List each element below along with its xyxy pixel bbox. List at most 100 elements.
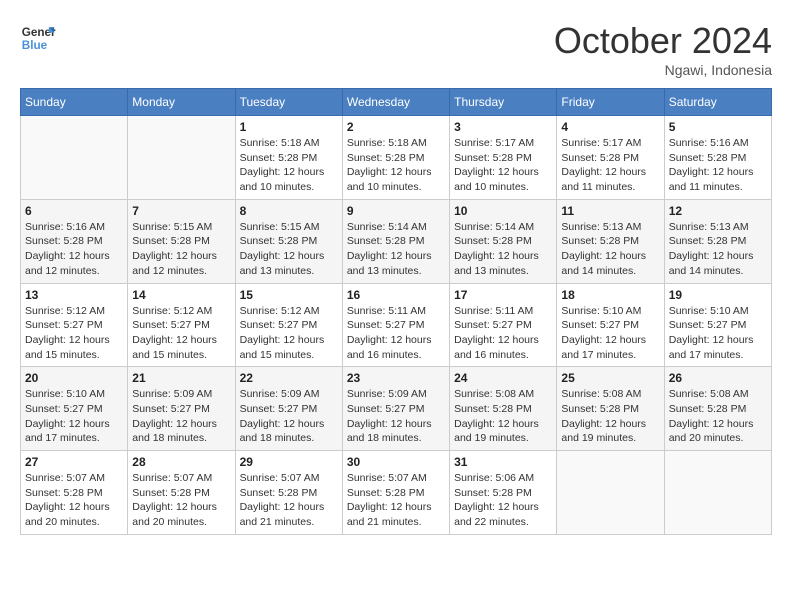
calendar-cell [557,451,664,535]
calendar-cell: 7Sunrise: 5:15 AM Sunset: 5:28 PM Daylig… [128,199,235,283]
weekday-header: Thursday [450,89,557,116]
calendar-cell: 5Sunrise: 5:16 AM Sunset: 5:28 PM Daylig… [664,116,771,200]
day-number: 26 [669,371,767,385]
calendar-cell: 16 Sunrise: 5:11 AM Sunset: 5:27 PM Dayli… [342,283,449,367]
calendar-cell: 25 Sunrise: 5:08 AM Sunset: 5:28 PM Dayli… [557,367,664,451]
day-info: Sunrise: 5:12 AM Sunset: 5:27 PM Dayligh… [132,304,230,363]
day-number: 8 [240,204,338,218]
day-info: Sunrise: 5:14 AM Sunset: 5:28 PM Dayligh… [347,220,445,279]
day-info: Sunrise: 5:08 AM Sunset: 5:28 PM Dayligh… [454,387,552,446]
day-number: 4 [561,120,659,134]
calendar-cell: 1 Sunrise: 5:18 AM Sunset: 5:28 PM Daylig… [235,116,342,200]
calendar-cell: 8 Sunrise: 5:15 AM Sunset: 5:28 PM Daylig… [235,199,342,283]
day-info: Sunrise: 5:10 AM Sunset: 5:27 PM Dayligh… [561,304,659,363]
day-number: 27 [25,455,123,469]
calendar-cell: 21Sunrise: 5:09 AM Sunset: 5:27 PM Dayli… [128,367,235,451]
day-info: Sunrise: 5:16 AM Sunset: 5:28 PM Dayligh… [25,220,123,279]
day-number: 23 [347,371,445,385]
day-info: Sunrise: 5:10 AM Sunset: 5:27 PM Dayligh… [25,387,123,446]
day-info: Sunrise: 5:07 AM Sunset: 5:28 PM Dayligh… [347,471,445,530]
day-number: 7 [132,204,230,218]
day-info: Sunrise: 5:07 AM Sunset: 5:28 PM Dayligh… [25,471,123,530]
day-number: 19 [669,288,767,302]
calendar-week-row: 27 Sunrise: 5:07 AM Sunset: 5:28 PM Dayli… [21,451,772,535]
calendar-cell [21,116,128,200]
day-info: Sunrise: 5:06 AM Sunset: 5:28 PM Dayligh… [454,471,552,530]
weekday-header: Saturday [664,89,771,116]
day-number: 25 [561,371,659,385]
day-number: 22 [240,371,338,385]
weekday-header: Tuesday [235,89,342,116]
svg-text:Blue: Blue [22,39,48,52]
day-info: Sunrise: 5:13 AM Sunset: 5:28 PM Dayligh… [561,220,659,279]
calendar-week-row: 13Sunrise: 5:12 AM Sunset: 5:27 PM Dayli… [21,283,772,367]
calendar-cell: 31 Sunrise: 5:06 AM Sunset: 5:28 PM Dayli… [450,451,557,535]
calendar-cell: 9 Sunrise: 5:14 AM Sunset: 5:28 PM Daylig… [342,199,449,283]
calendar-table: SundayMondayTuesdayWednesdayThursdayFrid… [20,88,772,535]
month-title: October 2024 [554,20,772,62]
calendar-cell: 4 Sunrise: 5:17 AM Sunset: 5:28 PM Daylig… [557,116,664,200]
day-info: Sunrise: 5:07 AM Sunset: 5:28 PM Dayligh… [240,471,338,530]
calendar-cell: 10 Sunrise: 5:14 AM Sunset: 5:28 PM Dayli… [450,199,557,283]
day-info: Sunrise: 5:17 AM Sunset: 5:28 PM Dayligh… [561,136,659,195]
calendar-cell: 22 Sunrise: 5:09 AM Sunset: 5:27 PM Dayli… [235,367,342,451]
day-info: Sunrise: 5:08 AM Sunset: 5:28 PM Dayligh… [669,387,767,446]
weekday-header: Friday [557,89,664,116]
day-info: Sunrise: 5:14 AM Sunset: 5:28 PM Dayligh… [454,220,552,279]
day-number: 14 [132,288,230,302]
calendar-cell: 13Sunrise: 5:12 AM Sunset: 5:27 PM Dayli… [21,283,128,367]
calendar-cell: 28 Sunrise: 5:07 AM Sunset: 5:28 PM Dayli… [128,451,235,535]
day-info: Sunrise: 5:12 AM Sunset: 5:27 PM Dayligh… [25,304,123,363]
calendar-cell: 2 Sunrise: 5:18 AM Sunset: 5:28 PM Daylig… [342,116,449,200]
day-number: 6 [25,204,123,218]
calendar-cell: 11 Sunrise: 5:13 AM Sunset: 5:28 PM Dayli… [557,199,664,283]
day-number: 2 [347,120,445,134]
day-number: 10 [454,204,552,218]
day-info: Sunrise: 5:11 AM Sunset: 5:27 PM Dayligh… [454,304,552,363]
day-number: 18 [561,288,659,302]
weekday-header-row: SundayMondayTuesdayWednesdayThursdayFrid… [21,89,772,116]
day-number: 31 [454,455,552,469]
day-number: 1 [240,120,338,134]
calendar-cell: 14 Sunrise: 5:12 AM Sunset: 5:27 PM Dayli… [128,283,235,367]
day-number: 30 [347,455,445,469]
day-number: 29 [240,455,338,469]
calendar-cell: 3Sunrise: 5:17 AM Sunset: 5:28 PM Daylig… [450,116,557,200]
day-info: Sunrise: 5:12 AM Sunset: 5:27 PM Dayligh… [240,304,338,363]
weekday-header: Wednesday [342,89,449,116]
day-number: 11 [561,204,659,218]
calendar-cell: 15 Sunrise: 5:12 AM Sunset: 5:27 PM Dayli… [235,283,342,367]
calendar-cell: 12Sunrise: 5:13 AM Sunset: 5:28 PM Dayli… [664,199,771,283]
day-number: 21 [132,371,230,385]
calendar-cell: 6 Sunrise: 5:16 AM Sunset: 5:28 PM Daylig… [21,199,128,283]
day-number: 5 [669,120,767,134]
calendar-cell: 20 Sunrise: 5:10 AM Sunset: 5:27 PM Dayli… [21,367,128,451]
day-number: 15 [240,288,338,302]
day-info: Sunrise: 5:09 AM Sunset: 5:27 PM Dayligh… [347,387,445,446]
day-number: 20 [25,371,123,385]
day-info: Sunrise: 5:17 AM Sunset: 5:28 PM Dayligh… [454,136,552,195]
calendar-cell: 27 Sunrise: 5:07 AM Sunset: 5:28 PM Dayli… [21,451,128,535]
calendar-cell: 26 Sunrise: 5:08 AM Sunset: 5:28 PM Dayli… [664,367,771,451]
logo-icon: General Blue [20,20,56,56]
calendar-cell: 17Sunrise: 5:11 AM Sunset: 5:27 PM Dayli… [450,283,557,367]
day-number: 9 [347,204,445,218]
day-info: Sunrise: 5:15 AM Sunset: 5:28 PM Dayligh… [240,220,338,279]
day-info: Sunrise: 5:07 AM Sunset: 5:28 PM Dayligh… [132,471,230,530]
calendar-week-row: 6 Sunrise: 5:16 AM Sunset: 5:28 PM Daylig… [21,199,772,283]
day-info: Sunrise: 5:18 AM Sunset: 5:28 PM Dayligh… [347,136,445,195]
day-number: 28 [132,455,230,469]
day-info: Sunrise: 5:08 AM Sunset: 5:28 PM Dayligh… [561,387,659,446]
day-info: Sunrise: 5:10 AM Sunset: 5:27 PM Dayligh… [669,304,767,363]
calendar-cell: 30 Sunrise: 5:07 AM Sunset: 5:28 PM Dayli… [342,451,449,535]
day-info: Sunrise: 5:18 AM Sunset: 5:28 PM Dayligh… [240,136,338,195]
day-info: Sunrise: 5:11 AM Sunset: 5:27 PM Dayligh… [347,304,445,363]
calendar-cell: 18 Sunrise: 5:10 AM Sunset: 5:27 PM Dayli… [557,283,664,367]
logo: General Blue [20,20,56,56]
day-info: Sunrise: 5:09 AM Sunset: 5:27 PM Dayligh… [240,387,338,446]
calendar-week-row: 1 Sunrise: 5:18 AM Sunset: 5:28 PM Daylig… [21,116,772,200]
calendar-cell: 19 Sunrise: 5:10 AM Sunset: 5:27 PM Dayli… [664,283,771,367]
calendar-cell: 29 Sunrise: 5:07 AM Sunset: 5:28 PM Dayli… [235,451,342,535]
weekday-header: Monday [128,89,235,116]
day-number: 16 [347,288,445,302]
